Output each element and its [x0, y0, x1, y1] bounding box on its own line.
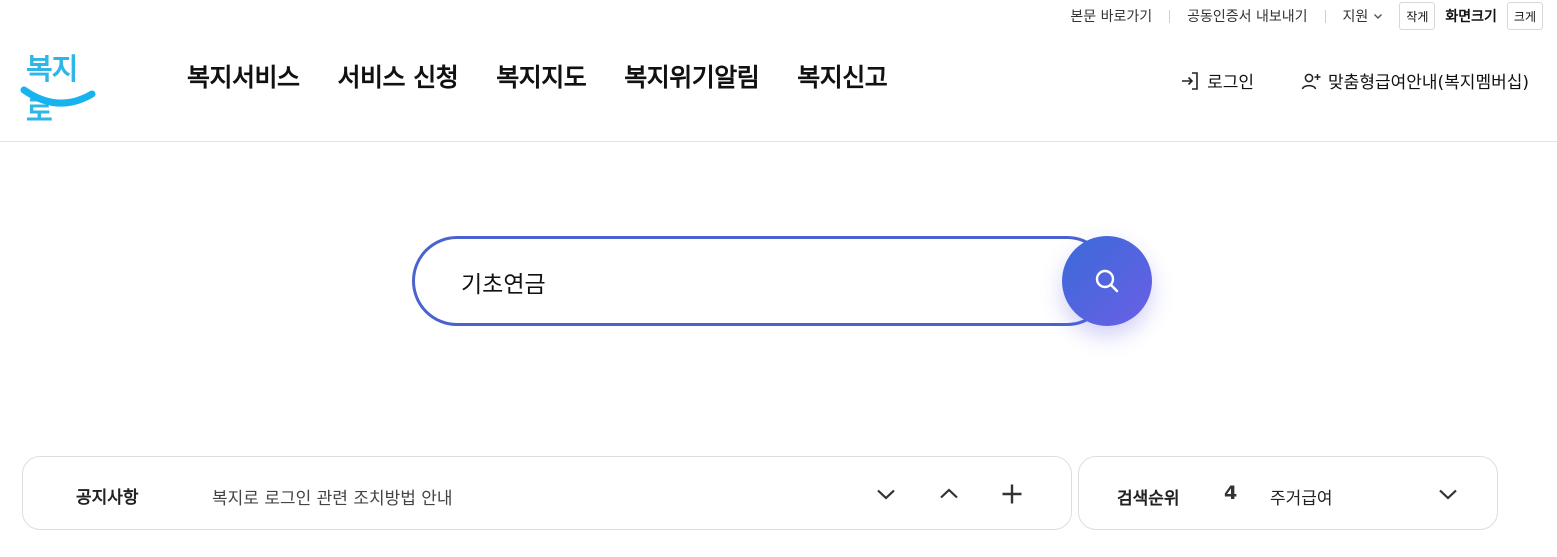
notice-next-button[interactable] — [867, 477, 905, 511]
custom-guide-link[interactable]: 맞춤형급여안내(복지멤버십) — [1300, 68, 1529, 93]
notice-prev-button[interactable] — [930, 477, 968, 511]
user-add-icon — [1301, 73, 1321, 89]
search-box — [412, 236, 1112, 326]
support-label: 지원 — [1342, 9, 1369, 25]
nav-service-application[interactable]: 서비스 신청 — [338, 58, 459, 94]
plus-icon — [1002, 484, 1022, 504]
chevron-up-icon — [940, 488, 958, 499]
page: 본문 바로가기 공동인증서 내보내기 지원 작게 화면크기 크게 복지로 복지서… — [0, 0, 1557, 557]
notice-controls — [867, 477, 1031, 511]
login-link[interactable]: 로그인 — [1179, 68, 1254, 93]
ranking-number: 4 — [1224, 482, 1238, 504]
notice-title: 공지사항 — [76, 488, 139, 508]
support-dropdown[interactable]: 지원 — [1326, 6, 1400, 26]
search-icon — [1095, 269, 1119, 293]
main-nav: 복지서비스 서비스 신청 복지지도 복지위기알림 복지신고 — [187, 58, 888, 94]
chevron-down-icon — [877, 489, 895, 500]
ranking-expand-button[interactable] — [1429, 477, 1467, 511]
notice-item-link[interactable]: 복지로 로그인 관련 조치방법 안내 — [212, 484, 453, 509]
nav-welfare-map[interactable]: 복지지도 — [496, 58, 587, 94]
size-smaller-button[interactable]: 작게 — [1399, 2, 1436, 30]
chevron-down-icon — [1439, 489, 1457, 500]
screen-size-label: 화면크기 — [1445, 9, 1497, 25]
header: 복지로 복지서비스 서비스 신청 복지지도 복지위기알림 복지신고 로그인 맞춤… — [0, 32, 1557, 142]
login-label: 로그인 — [1207, 73, 1255, 93]
logo[interactable]: 복지로 — [20, 40, 100, 128]
custom-guide-label: 맞춤형급여안내(복지멤버십) — [1328, 73, 1529, 93]
notice-more-button[interactable] — [993, 477, 1031, 511]
notice-bar: 공지사항 복지로 로그인 관련 조치방법 안내 — [22, 456, 1072, 530]
logo-smile-icon — [20, 86, 96, 107]
search-area — [412, 236, 1152, 326]
header-actions: 로그인 맞춤형급여안내(복지멤버십) — [1179, 68, 1529, 93]
search-button[interactable] — [1062, 236, 1152, 326]
search-input[interactable] — [461, 264, 1021, 300]
size-larger-button[interactable]: 크게 — [1506, 2, 1543, 30]
nav-crisis-alert[interactable]: 복지위기알림 — [624, 58, 760, 94]
nav-welfare-services[interactable]: 복지서비스 — [187, 58, 300, 94]
chevron-down-icon — [1374, 14, 1383, 19]
ranking-term-link[interactable]: 주거급여 — [1270, 484, 1333, 509]
cert-export-link[interactable]: 공동인증서 내보내기 — [1170, 6, 1324, 26]
search-ranking-bar: 검색순위 4 주거급여 — [1078, 456, 1498, 530]
ranking-title: 검색순위 — [1117, 489, 1180, 509]
skip-to-content-link[interactable]: 본문 바로가기 — [1053, 6, 1169, 26]
utility-bar: 본문 바로가기 공동인증서 내보내기 지원 작게 화면크기 크게 — [1053, 0, 1543, 32]
nav-welfare-report[interactable]: 복지신고 — [797, 58, 888, 94]
login-icon — [1182, 71, 1198, 90]
